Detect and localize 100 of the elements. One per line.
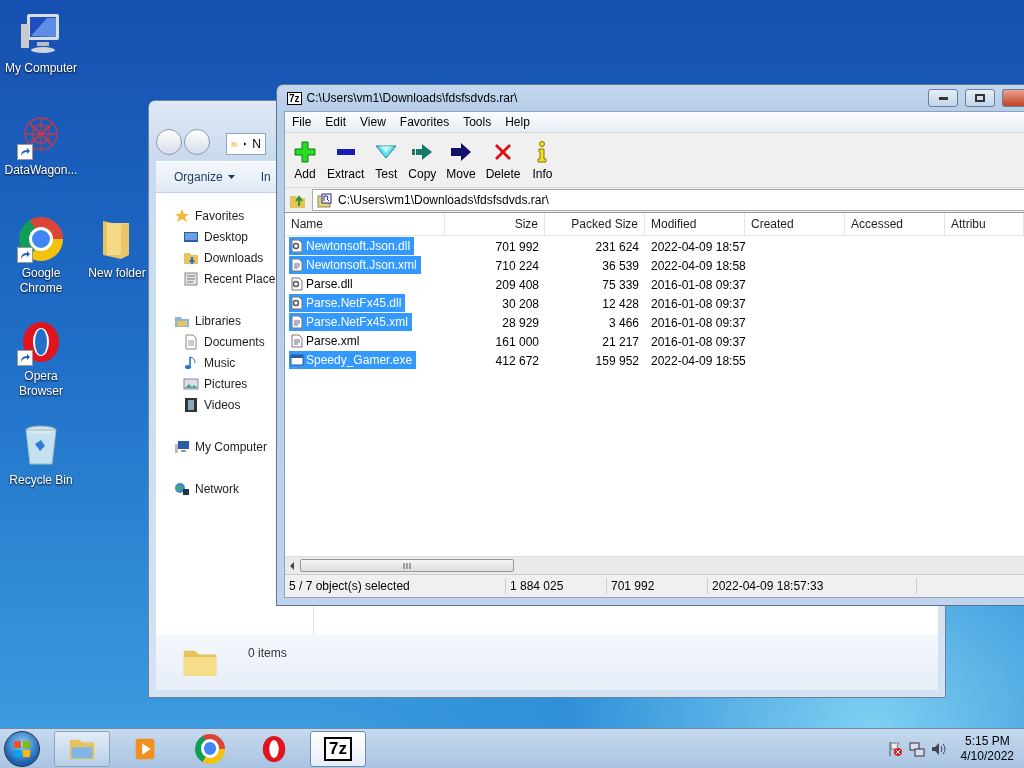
nav-item[interactable]: Downloads — [183, 247, 264, 268]
menu-item[interactable]: File — [285, 115, 319, 129]
table-cell-text: 209 408 — [494, 276, 540, 294]
back-button[interactable] — [156, 129, 182, 155]
menu-item[interactable]: View — [353, 115, 393, 129]
toolbar-button[interactable]: Test — [369, 139, 404, 181]
toolbar-button[interactable]: Move — [441, 139, 481, 181]
table-cell-text: 2022-04-09 18:57 — [650, 238, 745, 256]
chrome-icon — [195, 733, 225, 764]
toolbar-button[interactable]: Copy — [403, 139, 442, 181]
table-cell-text: 2016-01-08 09:37 — [650, 276, 745, 294]
table-cell-text: 159 952 — [594, 352, 640, 370]
toolbar-button[interactable]: Add — [288, 139, 322, 181]
window-title: C:\Users\vm1\Downloads\fdsfsdvds.rar\ — [306, 91, 519, 105]
maximize-icon — [975, 94, 985, 102]
table-cell-text: 75 339 — [601, 276, 640, 294]
network-icon[interactable] — [908, 740, 925, 757]
documents-icon — [183, 333, 199, 350]
table-cell-text: 2022-04-09 18:55 — [650, 352, 745, 370]
file-name-cell[interactable]: Parse.dll — [289, 275, 357, 293]
caret-icon — [227, 175, 235, 179]
address-text: N — [252, 137, 261, 151]
toolbar-button[interactable]: Extract — [322, 139, 370, 181]
gear-file-icon — [290, 277, 304, 291]
desktop-icon-label[interactable]: New folder — [88, 266, 146, 281]
nav-item[interactable]: Favorites — [174, 205, 245, 226]
table-cell-text: 12 428 — [601, 295, 640, 313]
table-cell-text: 2016-01-08 09:37 — [650, 314, 745, 332]
gear-file-icon — [290, 296, 304, 310]
file-name: Newtonsoft.Json.xml — [306, 258, 417, 272]
file-name: Newtonsoft.Json.dll — [306, 239, 411, 253]
chevron-icon — [243, 140, 247, 148]
path-text: C:\Users\vm1\Downloads\fdsfsdvds.rar\ — [338, 193, 549, 207]
recent-icon — [183, 270, 199, 287]
computer-icon — [174, 438, 190, 455]
column-header[interactable]: Attribu — [945, 213, 1024, 235]
desktop-icon-label[interactable]: My Computer — [5, 61, 77, 76]
start-button[interactable] — [4, 730, 40, 767]
nav-item[interactable]: Music — [183, 352, 236, 373]
gear-file-icon — [290, 239, 304, 253]
nav-item[interactable]: My Computer — [174, 436, 268, 457]
nav-label: Libraries — [195, 313, 242, 328]
nav-item[interactable]: Pictures — [183, 373, 248, 394]
table-cell-text: 3 466 — [607, 314, 640, 332]
minus-icon — [336, 148, 355, 155]
menu-item[interactable]: Help — [498, 115, 537, 129]
nav-label: My Computer — [195, 439, 268, 454]
desktop-icon-label[interactable]: Recycle Bin — [9, 473, 73, 488]
toolbar-button[interactable]: In — [260, 170, 271, 184]
column-header[interactable]: Size — [445, 213, 545, 235]
flag-icon[interactable] — [886, 740, 903, 757]
column-header[interactable]: Name — [285, 213, 445, 235]
table-cell-text: 28 929 — [501, 314, 540, 332]
forward-button[interactable] — [184, 129, 210, 155]
column-header[interactable]: Packed Size — [545, 213, 645, 235]
menu-item[interactable]: Tools — [456, 115, 499, 129]
status-text: 5 / 7 object(s) selected — [285, 578, 506, 594]
nav-item[interactable]: Desktop — [183, 226, 249, 247]
toolbar-button[interactable]: Info — [525, 139, 560, 181]
column-header[interactable]: Created — [745, 213, 845, 235]
videos-icon — [183, 396, 199, 413]
clock[interactable]: 5:15 PM 4/10/2022 — [960, 733, 1014, 764]
nav-label: Pictures — [204, 376, 248, 391]
menu-item[interactable]: Favorites — [392, 115, 457, 129]
item-count: 0 items — [248, 646, 287, 660]
column-header[interactable]: Accessed — [845, 213, 945, 235]
close-button[interactable] — [1002, 89, 1024, 107]
desktop-icon-label[interactable]: DataWagon... — [4, 163, 78, 178]
minimize-button[interactable] — [928, 89, 958, 107]
file-name: Parse.xml — [306, 334, 360, 348]
nav-item[interactable]: Recent Place — [183, 268, 276, 289]
nav-item[interactable]: Documents — [183, 331, 265, 352]
table-cell-text: 2016-01-08 09:37 — [650, 333, 745, 351]
nav-label: Favorites — [195, 208, 245, 223]
desktop-icon-label[interactable]: Google Chrome — [2, 266, 80, 296]
star-icon — [174, 207, 190, 224]
document-icon — [290, 315, 304, 329]
nav-label: Desktop — [204, 229, 249, 244]
file-name-cell[interactable]: Parse.xml — [289, 332, 364, 350]
table-cell-text: 2016-01-08 09:37 — [650, 295, 745, 313]
maximize-button[interactable] — [965, 89, 995, 107]
path-field[interactable]: C:\Users\vm1\Downloads\fdsfsdvds.rar\ — [312, 189, 1024, 211]
nav-item[interactable]: Libraries — [174, 310, 242, 331]
windows-logo-icon — [13, 739, 31, 758]
taskbar-button[interactable]: 7z — [310, 730, 366, 767]
address-bar[interactable]: N — [226, 133, 266, 155]
desktop-icon-label[interactable]: Opera Browser — [2, 369, 80, 399]
nav-label: Network — [195, 481, 239, 496]
toolbar-button[interactable]: Organize — [174, 170, 235, 184]
nav-item[interactable]: Network — [174, 478, 239, 499]
nav-item[interactable]: Videos — [183, 394, 241, 415]
column-header[interactable]: Modified — [645, 213, 745, 235]
menu-item[interactable]: Edit — [318, 115, 354, 129]
table-cell-text: 30 208 — [501, 295, 540, 313]
toolbar-button[interactable]: Delete — [480, 139, 526, 181]
table-cell-text: 21 217 — [601, 333, 640, 351]
file-name: Speedy_Gamer.exe — [306, 353, 413, 367]
window-file-icon — [290, 353, 304, 367]
document-icon — [290, 334, 304, 348]
nav-label: Documents — [204, 334, 265, 349]
